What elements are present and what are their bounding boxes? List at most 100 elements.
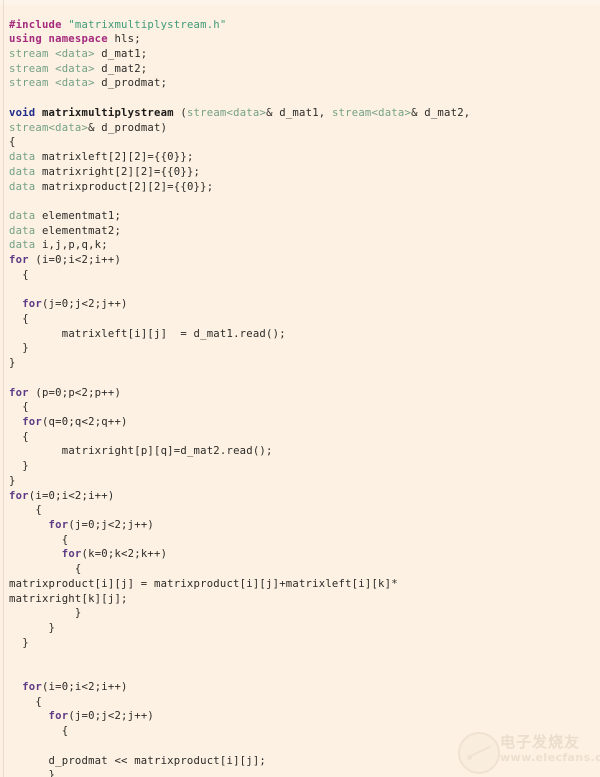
code-token-pl: matrixright[p][q]=d_mat2.read(); [61,445,273,458]
code-line: ​ [0,194,600,209]
code-line: { [0,135,600,150]
code-line: { [0,268,600,283]
code-token-pl: { [22,268,29,281]
code-line: for(i=0;i<2;i++) [0,680,600,695]
code-token-ctl: for [9,386,29,399]
code-token-ctl: for [9,254,29,267]
code-line: d_prodmat << matrixproduct[i][j]; [0,754,600,769]
code-line: ​ [0,371,600,386]
code-line: data elementmat1; [0,209,600,224]
code-token-pl: (j=0;j<2;j++) [41,298,128,311]
code-token-pre: #include [9,18,62,31]
code-line: } [0,606,600,621]
code-token-pl: { [22,312,29,325]
code-token-ctl: for [9,489,29,502]
code-token-pl: } [48,769,56,777]
code-line: stream<data>& d_prodmat) [0,121,600,136]
code-line: data i,j,p,q,k; [0,238,600,253]
source-code-block[interactable]: #include "matrixmultiplystream.h" using n… [0,11,600,777]
code-line: { [0,400,600,415]
code-line: matrixright[p][q]=d_mat2.read(); [0,444,600,459]
top-band [0,0,600,5]
code-line: } [0,356,600,371]
code-token-pl: } [22,636,29,649]
code-line: } [0,768,600,777]
code-token-pl: d_prodmat; [94,77,168,90]
code-token-pl: & d_mat1, [266,106,332,119]
code-token-pl: matrixright[k][j]; [9,592,128,605]
code-line: for(i=0;i<2;i++) [0,489,600,504]
code-token-ctl: for [22,680,42,693]
code-token-pl: matrixleft[i][j] = d_mat1.read(); [61,327,286,340]
code-token-fn: matrixmultiplystream [41,106,174,119]
code-line: #include "matrixmultiplystream.h" [0,18,600,33]
code-line: ​ [0,283,600,298]
code-line: } [0,459,600,474]
code-token-pl: (j=0;j<2;j++) [68,519,154,532]
code-token-pl: { [61,725,69,738]
code-token-pre: using namespace [9,33,108,46]
code-token-pl: & d_mat2, [411,106,471,119]
code-token-typ: data [9,209,36,222]
code-token-typ: stream <data> [9,62,95,75]
code-token-pl: { [74,563,82,576]
code-token-pl: { [9,136,16,149]
code-token-pl: i,j,p,q,k; [35,239,108,252]
code-token-pl: d_prodmat << matrixproduct[i][j]; [48,754,267,767]
code-line: } [0,636,600,651]
code-line: ​ [0,651,600,666]
code-token-pl: & d_prodmat) [88,121,168,134]
code-token-typ: data [9,239,36,252]
code-token-typ: data [9,180,36,193]
code-token-pl: (k=0;k<2;k++) [81,548,168,561]
code-token-pl: elementmat1; [35,209,122,222]
code-token-typ: data [9,151,36,164]
code-line: for(j=0;j<2;j++) [0,518,600,533]
code-line: for (i=0;i<2;i++) [0,253,600,268]
code-token-pl: matrixproduct[i][j] = matrixproduct[i][j… [9,577,398,590]
code-line: data matrixleft[2][2]={{0}}; [0,150,600,165]
code-line: { [0,695,600,710]
code-listing-page: #include "matrixmultiplystream.h" using n… [0,0,600,777]
code-token-pl: matrixright[2][2]={{0}}; [35,165,201,178]
code-line: matrixleft[i][j] = d_mat1.read(); [0,327,600,342]
code-line: data matrixright[2][2]={{0}}; [0,165,600,180]
code-line: { [0,503,600,518]
code-token-pl: (j=0;j<2;j++) [68,710,154,723]
code-line: } [0,341,600,356]
code-line: matrixproduct[i][j] = matrixproduct[i][j… [0,577,600,592]
code-line: { [0,430,600,445]
code-token-ctl: for [48,519,69,532]
code-token-typ: data [9,224,36,237]
code-line: { [0,312,600,327]
code-line: for(k=0;k<2;k++) [0,547,600,562]
code-line: stream <data> d_mat1; [0,47,600,62]
code-line: using namespace hls; [0,32,600,47]
code-line: matrixright[k][j]; [0,592,600,607]
code-line: for(j=0;j<2;j++) [0,709,600,724]
code-token-pl: matrixproduct[2][2]={{0}}; [35,180,214,193]
code-token-pl: (q=0;q<2;q++) [41,416,128,428]
code-token-ctl: for [22,298,42,311]
code-line: for(j=0;j<2;j++) [0,297,600,312]
code-line: { [0,724,600,739]
code-token-ctl: for [61,548,82,561]
code-token-pl: } [9,357,16,370]
code-line: for(q=0;q<2;q++) [0,415,600,430]
code-token-pl: } [22,460,29,473]
code-line: stream <data> d_mat2; [0,62,600,77]
code-token-typ: stream<data> [9,121,89,134]
code-line: for (p=0;p<2;p++) [0,386,600,401]
code-token-pl: (i=0;i<2;i++) [41,680,128,693]
code-token-str: "matrixmultiplystream.h" [68,18,227,31]
code-token-pl: (p=0;p<2;p++) [28,386,122,399]
code-line: ​ [0,665,600,680]
code-line: data elementmat2; [0,224,600,239]
code-line: } [0,621,600,636]
code-token-ctl: for [22,416,42,428]
code-token-typ: stream<data> [331,106,412,119]
code-line: stream <data> d_prodmat; [0,76,600,91]
code-line: void matrixmultiplystream (stream<data>&… [0,106,600,121]
code-token-pl: (i=0;i<2;i++) [28,489,115,502]
